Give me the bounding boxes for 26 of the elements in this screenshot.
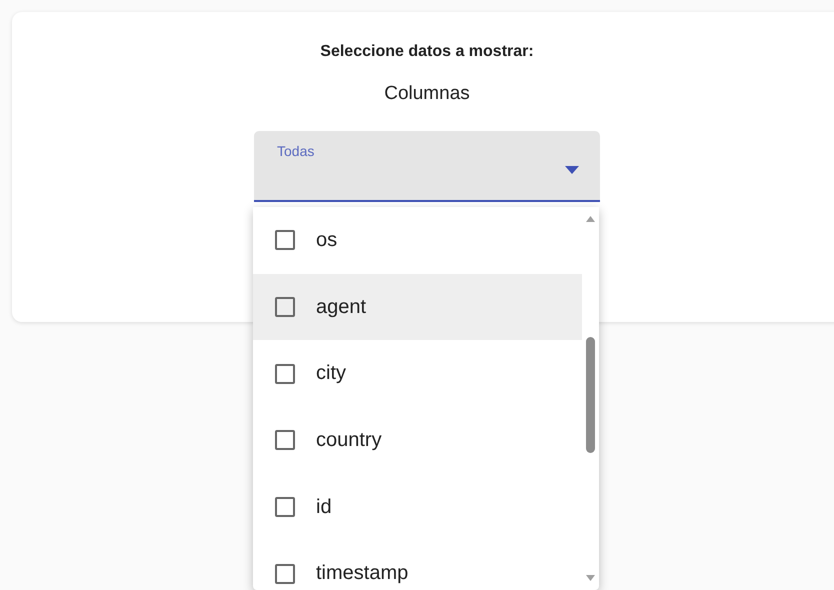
option-label: country (316, 428, 382, 452)
option-label: os (316, 228, 338, 252)
option-label: agent (316, 296, 366, 319)
checkbox[interactable] (275, 430, 295, 450)
option-item[interactable]: agent (253, 274, 582, 340)
option-label: timestamp (316, 562, 408, 586)
option-item[interactable]: timestamp (253, 540, 582, 590)
option-item[interactable]: id (253, 474, 582, 540)
scrollbar-thumb[interactable] (586, 337, 595, 453)
caret-icon (565, 166, 579, 174)
option-item[interactable]: city (253, 340, 582, 408)
checkbox[interactable] (275, 297, 295, 318)
checkbox[interactable] (275, 497, 295, 518)
option-label: id (316, 496, 332, 519)
scroll-down-icon[interactable] (586, 575, 595, 581)
option-label: city (316, 362, 346, 386)
section-title: Seleccione datos a mostrar: (320, 43, 534, 61)
section-subtitle: Columnas (384, 83, 470, 105)
columns-select[interactable]: Todas (254, 131, 600, 202)
checkbox[interactable] (275, 564, 295, 584)
checkbox[interactable] (275, 230, 295, 250)
select-value: Todas (277, 143, 314, 159)
option-item[interactable]: os (253, 207, 582, 274)
checkbox[interactable] (275, 364, 295, 384)
option-item[interactable]: country (253, 407, 582, 474)
scroll-up-icon[interactable] (586, 216, 595, 222)
